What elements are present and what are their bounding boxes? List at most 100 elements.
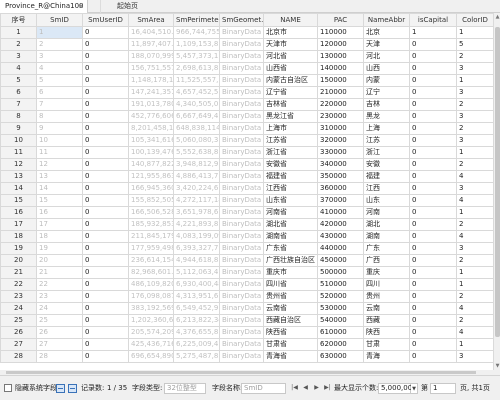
cell-smperimeter[interactable]: 4,944,618,8... xyxy=(173,254,220,267)
row-index[interactable]: 21 xyxy=(0,266,37,279)
cell-smid[interactable]: 4 xyxy=(36,62,83,75)
cell-pac[interactable]: 370000 xyxy=(317,194,364,207)
cell-iscapital[interactable]: 0 xyxy=(409,242,457,255)
table-row[interactable]: 2121082,968,601...5,112,063,4...BinaryDa… xyxy=(0,266,493,279)
cell-colorid[interactable]: 1 xyxy=(456,74,493,87)
cell-smid[interactable]: 14 xyxy=(36,182,83,195)
cell-smuserid[interactable]: 0 xyxy=(82,242,129,255)
row-index[interactable]: 7 xyxy=(0,98,37,111)
cell-smarea[interactable]: 100,139,476... xyxy=(128,146,174,159)
cell-colorid[interactable]: 1 xyxy=(456,26,493,39)
row-index[interactable]: 10 xyxy=(0,134,37,147)
cell-nameabbr[interactable]: 江苏 xyxy=(363,134,410,147)
cell-smuserid[interactable]: 0 xyxy=(82,266,129,279)
cell-nameabbr[interactable]: 四川 xyxy=(363,278,410,291)
cell-colorid[interactable]: 4 xyxy=(456,326,493,339)
cell-smuserid[interactable]: 0 xyxy=(82,194,129,207)
cell-smuserid[interactable]: 0 xyxy=(82,134,129,147)
cell-smarea[interactable]: 166,945,360... xyxy=(128,182,174,195)
cell-smarea[interactable]: 425,436,716... xyxy=(128,338,174,351)
scroll-down-icon[interactable]: ▼ xyxy=(494,362,500,370)
cell-name[interactable]: 黑龙江省 xyxy=(263,110,318,123)
column-header[interactable]: SmPerimeter xyxy=(173,13,220,27)
row-index[interactable]: 22 xyxy=(0,278,37,291)
cell-smarea[interactable]: 155,852,505... xyxy=(128,194,174,207)
cell-colorid[interactable]: 1 xyxy=(456,278,493,291)
cell-colorid[interactable]: 2 xyxy=(456,314,493,327)
prev-page-icon[interactable]: ◀ xyxy=(301,383,310,394)
cell-name[interactable]: 安徽省 xyxy=(263,158,318,171)
cell-pac[interactable]: 360000 xyxy=(317,182,364,195)
cell-smid[interactable]: 15 xyxy=(36,194,83,207)
vertical-scrollbar[interactable]: ▲ ▼ xyxy=(493,13,500,370)
cell-smarea[interactable]: 177,959,498... xyxy=(128,242,174,255)
close-icon[interactable]: × xyxy=(76,0,86,13)
table-row[interactable]: 22011,897,407...1,109,153,8...BinaryData… xyxy=(0,38,493,51)
table-row[interactable]: 440156,751,557...2,698,613,8...BinaryDat… xyxy=(0,62,493,75)
cell-colorid[interactable]: 2 xyxy=(456,218,493,231)
cell-smid[interactable]: 16 xyxy=(36,206,83,219)
cell-smgeometry[interactable]: BinaryData xyxy=(219,182,264,195)
cell-colorid[interactable]: 2 xyxy=(456,290,493,303)
cell-smgeometry[interactable]: BinaryData xyxy=(219,50,264,63)
cell-smuserid[interactable]: 0 xyxy=(82,110,129,123)
next-page-icon[interactable]: ▶ xyxy=(312,383,321,394)
cell-smarea[interactable]: 211,845,179... xyxy=(128,230,174,243)
row-index[interactable]: 18 xyxy=(0,230,37,243)
cell-smuserid[interactable]: 0 xyxy=(82,314,129,327)
cell-name[interactable]: 甘肃省 xyxy=(263,338,318,351)
cell-smgeometry[interactable]: BinaryData xyxy=(219,302,264,315)
cell-name[interactable]: 北京市 xyxy=(263,26,318,39)
cell-smperimeter[interactable]: 5,275,487,8... xyxy=(173,350,220,363)
row-index[interactable]: 13 xyxy=(0,170,37,183)
cell-smgeometry[interactable]: BinaryData xyxy=(219,290,264,303)
cell-iscapital[interactable]: 0 xyxy=(409,170,457,183)
cell-smarea[interactable]: 191,013,780... xyxy=(128,98,174,111)
cell-pac[interactable]: 410000 xyxy=(317,206,364,219)
scrollbar-thumb[interactable] xyxy=(495,27,500,337)
row-index[interactable]: 12 xyxy=(0,158,37,171)
cell-nameabbr[interactable]: 广西 xyxy=(363,254,410,267)
cell-pac[interactable]: 150000 xyxy=(317,74,364,87)
scrollbar-thumb[interactable] xyxy=(6,371,476,374)
table-row[interactable]: 15150155,852,505...4,272,117,184BinaryDa… xyxy=(0,194,493,207)
cell-smperimeter[interactable]: 6,213,822,346 xyxy=(173,314,220,327)
table-row[interactable]: 13130121,955,863...4,886,413,7...BinaryD… xyxy=(0,170,493,183)
cell-pac[interactable]: 110000 xyxy=(317,26,364,39)
cell-smuserid[interactable]: 0 xyxy=(82,278,129,291)
cell-smid[interactable]: 26 xyxy=(36,326,83,339)
cell-smgeometry[interactable]: BinaryData xyxy=(219,110,264,123)
column-header[interactable]: SmGeomet... xyxy=(219,13,264,27)
cell-smgeometry[interactable]: BinaryData xyxy=(219,98,264,111)
cell-iscapital[interactable]: 0 xyxy=(409,158,457,171)
cell-pac[interactable]: 610000 xyxy=(317,326,364,339)
cell-nameabbr[interactable]: 辽宁 xyxy=(363,86,410,99)
cell-smid[interactable]: 17 xyxy=(36,218,83,231)
row-index[interactable]: 24 xyxy=(0,302,37,315)
row-index[interactable]: 19 xyxy=(0,242,37,255)
table-row[interactable]: 1 1 0 16,404,510... 966,744,755 BinaryData 北京市… xyxy=(0,26,493,39)
cell-nameabbr[interactable]: 山西 xyxy=(363,62,410,75)
cell-smid[interactable]: 13 xyxy=(36,170,83,183)
cell-pac[interactable]: 520000 xyxy=(317,290,364,303)
cell-smuserid[interactable]: 0 xyxy=(82,290,129,303)
cell-smarea[interactable]: 185,932,853... xyxy=(128,218,174,231)
cell-iscapital[interactable]: 0 xyxy=(409,74,457,87)
cell-nameabbr[interactable]: 天津 xyxy=(363,38,410,51)
cell-pac[interactable]: 130000 xyxy=(317,50,364,63)
cell-smgeometry[interactable]: BinaryData xyxy=(219,146,264,159)
max-display-select[interactable]: 5,000,000 xyxy=(378,383,417,394)
cell-smgeometry[interactable]: BinaryData xyxy=(219,218,264,231)
cell-smperimeter[interactable]: 5,060,080,3... xyxy=(173,134,220,147)
cell-smarea[interactable]: 1,148,178,1... xyxy=(128,74,174,87)
cell-smuserid[interactable]: 0 xyxy=(82,74,129,87)
cell-smperimeter[interactable]: 1,109,153,8... xyxy=(173,38,220,51)
row-index[interactable]: 8 xyxy=(0,110,37,123)
column-header[interactable]: NAME xyxy=(263,13,318,27)
cell-name[interactable]: 山西省 xyxy=(263,62,318,75)
cell-colorid[interactable]: 3 xyxy=(456,110,493,123)
cell-smgeometry[interactable]: BinaryData xyxy=(219,206,264,219)
cell-smarea[interactable]: 452,776,606... xyxy=(128,110,174,123)
table-row[interactable]: 18180211,845,179...4,083,199,097BinaryDa… xyxy=(0,230,493,243)
cell-colorid[interactable]: 3 xyxy=(456,242,493,255)
